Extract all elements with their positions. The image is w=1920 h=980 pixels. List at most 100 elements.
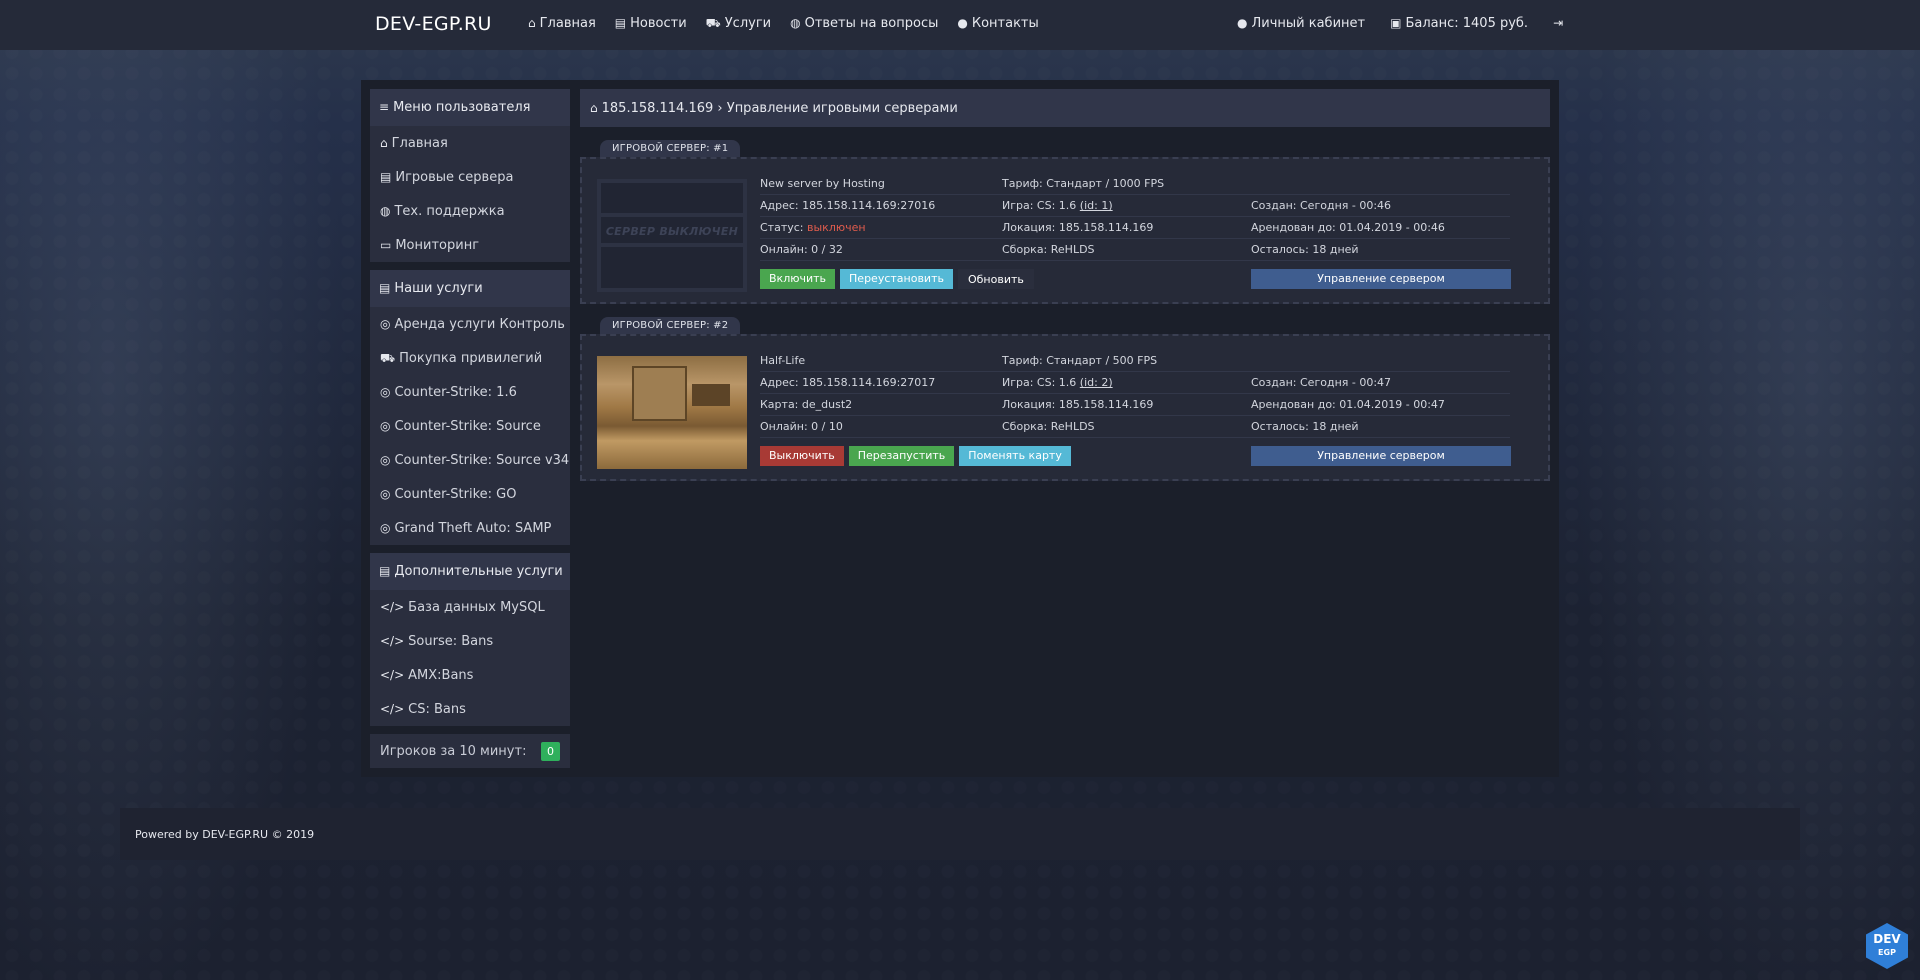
server-box: СЕРВЕР ВЫКЛЮЧЕН New server by Hosting Тар…: [580, 157, 1550, 304]
extra-services-header: ▤ Дополнительные услуги: [370, 553, 570, 590]
footer-text: Powered by DEV-EGP.RU © 2019: [135, 828, 315, 841]
server-info: Half-Life Тариф: Стандарт / 500 FPS Адрес…: [760, 350, 1510, 438]
server-build: Сборка: ReHLDS: [1002, 243, 1095, 256]
server-created: Создан: Сегодня - 00:47: [1251, 376, 1392, 389]
start-button[interactable]: Включить: [760, 269, 836, 289]
sidebar-item-amxbans[interactable]: </> AMX:Bans: [370, 658, 570, 692]
server-location: Локация: 185.158.114.169: [1002, 221, 1154, 234]
server-remaining: Осталось: 18 дней: [1251, 243, 1359, 256]
server-game: Игра: CS: 1.6 (id: 1): [1002, 199, 1113, 212]
info-row: Статус: выключен Локация: 185.158.114.169…: [760, 217, 1510, 239]
server-rented: Арендован до: 01.04.2019 - 00:47: [1251, 398, 1445, 411]
nav-faq[interactable]: ◍ Ответы на вопросы: [790, 16, 938, 32]
home-icon: ⌂: [590, 101, 598, 115]
nav-home[interactable]: ⌂ Главная: [528, 16, 596, 32]
change-map-button[interactable]: Поменять карту: [959, 446, 1071, 466]
manage-server-button[interactable]: Управление сервером: [1251, 269, 1511, 289]
info-row: Адрес: 185.158.114.169:27016 Игра: CS: 1.…: [760, 195, 1510, 217]
extra-services-block: ▤ Дополнительные услуги </> База данных My…: [370, 553, 570, 726]
sidebar: ≡ Меню пользователя ⌂ Главная ▤ Игровые сер…: [370, 89, 570, 768]
map-thumbnail: [597, 356, 747, 469]
breadcrumb-ip[interactable]: 185.158.114.169: [602, 101, 714, 116]
gamepad-icon: ◎: [380, 453, 391, 467]
players-badge: 0: [541, 741, 560, 761]
brand-logo[interactable]: DEV-EGP.RU: [375, 13, 492, 35]
account-link[interactable]: ● Личный кабинет: [1237, 16, 1365, 31]
user-icon: ●: [1237, 16, 1248, 30]
sidebar-item-game-servers[interactable]: ▤ Игровые сервера: [370, 160, 570, 194]
breadcrumb: ⌂ 185.158.114.169 › Управление игровыми с…: [580, 89, 1550, 127]
user-menu-block: ≡ Меню пользователя ⌂ Главная ▤ Игровые сер…: [370, 89, 570, 262]
sidebar-item-privileges[interactable]: ⛟ Покупка привилегий: [370, 341, 570, 375]
account-nav: ● Личный кабинет ▣ Баланс: 1405 руб. ⇥: [1237, 16, 1567, 31]
reinstall-button[interactable]: Переустановить: [840, 269, 953, 289]
sidebar-item-samp[interactable]: ◎ Grand Theft Auto: SAMP: [370, 511, 570, 545]
info-row: Карта: de_dust2 Локация: 185.158.114.169 А…: [760, 394, 1510, 416]
server-name: Half-Life: [760, 354, 806, 367]
server-status: Статус: выключен: [760, 221, 866, 234]
footer: Powered by DEV-EGP.RU © 2019: [120, 808, 1800, 860]
cart-icon: ⛟: [380, 351, 396, 365]
logout-icon: ⇥: [1553, 16, 1564, 30]
code-icon: </>: [380, 668, 405, 682]
server-build: Сборка: ReHLDS: [1002, 420, 1095, 433]
main-content: ⌂ 185.158.114.169 › Управление игровыми с…: [580, 89, 1550, 481]
server-location: Локация: 185.158.114.169: [1002, 398, 1154, 411]
sidebar-item-sourcebans[interactable]: </> Sourse: Bans: [370, 624, 570, 658]
server-box: Half-Life Тариф: Стандарт / 500 FPS Адрес…: [580, 334, 1550, 481]
server-actions: Выключить Перезапустить Поменять карту: [760, 446, 1071, 466]
sidebar-item-monitoring[interactable]: ▭ Мониторинг: [370, 228, 570, 262]
gamepad-icon: ◎: [380, 487, 391, 501]
sidebar-item-mysql[interactable]: </> База данных MySQL: [370, 590, 570, 624]
server-online: Онлайн: 0 / 10: [760, 420, 843, 433]
user-menu-header: ≡ Меню пользователя: [370, 89, 570, 126]
sidebar-item-home[interactable]: ⌂ Главная: [370, 126, 570, 160]
server-off-label: СЕРВЕР ВЫКЛЮЧЕН: [605, 225, 739, 238]
players-label: Игроков за 10 минут:: [380, 743, 527, 759]
sidebar-item-support[interactable]: ◍ Тех. поддержка: [370, 194, 570, 228]
thumb-divider: [601, 243, 743, 247]
server-created: Создан: Сегодня - 00:46: [1251, 199, 1392, 212]
stop-button[interactable]: Выключить: [760, 446, 844, 466]
sidebar-item-csbans[interactable]: </> CS: Bans: [370, 692, 570, 726]
sidebar-item-css-v34[interactable]: ◎ Counter-Strike: Source v34: [370, 443, 570, 477]
gamepad-icon: ◎: [380, 521, 391, 535]
globe-icon: ◍: [790, 16, 801, 30]
news-icon: ▤: [614, 16, 627, 30]
game-id-link[interactable]: (id: 1): [1080, 199, 1113, 212]
nav-services[interactable]: ⛟ Услуги: [706, 16, 771, 32]
breadcrumb-separator: ›: [717, 101, 723, 116]
gamepad-icon: ◎: [380, 419, 391, 433]
manage-server-button[interactable]: Управление сервером: [1251, 446, 1511, 466]
breadcrumb-page: Управление игровыми серверами: [726, 101, 958, 116]
services-block: ▤ Наши услуги ◎ Аренда услуги Контроль ⛟ По…: [370, 270, 570, 545]
monitor-icon: ▭: [380, 238, 392, 252]
server-tariff: Тариф: Стандарт / 500 FPS: [1002, 354, 1158, 367]
server-address: Адрес: 185.158.114.169:27017: [760, 376, 936, 389]
update-button[interactable]: Обновить: [957, 269, 1034, 289]
server-game: Игра: CS: 1.6 (id: 2): [1002, 376, 1113, 389]
server-actions: Включить Переустановить Обновить: [760, 269, 1034, 289]
server-off-thumbnail: СЕРВЕР ВЫКЛЮЧЕН: [597, 179, 747, 292]
nav-news[interactable]: ▤ Новости: [615, 16, 687, 32]
nav-contacts[interactable]: ● Контакты: [957, 16, 1038, 32]
sidebar-item-cs16[interactable]: ◎ Counter-Strike: 1.6: [370, 375, 570, 409]
top-navbar: DEV-EGP.RU ⌂ Главная ▤ Новости ⛟ Услуги ◍ От…: [0, 0, 1920, 50]
server-icon: ▤: [379, 281, 391, 295]
sidebar-item-control[interactable]: ◎ Аренда услуги Контроль: [370, 307, 570, 341]
gamepad-icon: ◎: [380, 317, 391, 331]
server-tariff: Тариф: Стандарт / 1000 FPS: [1002, 177, 1165, 190]
server-name: New server by Hosting: [760, 177, 885, 190]
server-icon: ▤: [379, 564, 391, 578]
sidebar-item-csgo[interactable]: ◎ Counter-Strike: GO: [370, 477, 570, 511]
server-tab: ИГРОВОЙ СЕРВЕР: #2: [600, 317, 741, 334]
money-icon: ▣: [1390, 16, 1402, 30]
game-id-link[interactable]: (id: 2): [1080, 376, 1113, 389]
server-remaining: Осталось: 18 дней: [1251, 420, 1359, 433]
restart-button[interactable]: Перезапустить: [848, 446, 955, 466]
server-map: Карта: de_dust2: [760, 398, 853, 411]
balance-link[interactable]: ▣ Баланс: 1405 руб.: [1390, 16, 1528, 31]
logout-button[interactable]: ⇥: [1553, 16, 1567, 31]
info-row: Онлайн: 0 / 10 Сборка: ReHLDS Осталось: 18…: [760, 416, 1510, 438]
sidebar-item-css[interactable]: ◎ Counter-Strike: Source: [370, 409, 570, 443]
